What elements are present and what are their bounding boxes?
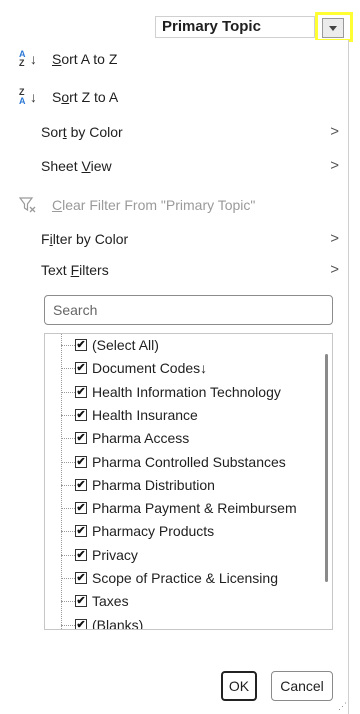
checkbox-checked-icon[interactable]: ✔ (75, 455, 87, 468)
list-item[interactable]: ✔ (Blanks) (45, 614, 325, 630)
list-item-label: Pharma Access (92, 430, 190, 447)
cancel-button[interactable]: Cancel (271, 671, 333, 701)
list-item-label: Pharma Payment & Reimbursem (92, 500, 297, 517)
checkbox-checked-icon[interactable]: ✔ (75, 478, 87, 491)
tree-branch (61, 508, 75, 510)
list-item-label: Health Information Technology (92, 383, 281, 400)
list-item[interactable]: ✔ Privacy (45, 544, 325, 567)
checkbox-checked-icon[interactable]: ✔ (75, 362, 87, 375)
list-item[interactable]: ✔ Taxes (45, 590, 325, 613)
list-item[interactable]: ✔ (Select All) (45, 334, 325, 357)
sort-descending-icon: Z A ↓ (19, 87, 37, 106)
list-item-label: Document Codes↓ (92, 360, 208, 377)
list-item-label: Taxes (92, 593, 129, 610)
chevron-right-icon: > (330, 230, 339, 247)
chevron-right-icon: > (330, 157, 339, 174)
menu-sort-by-color[interactable]: Sort by Color > (0, 117, 349, 147)
tree-branch (61, 531, 75, 533)
chevron-right-icon: > (330, 123, 339, 140)
menu-sheet-view[interactable]: Sheet View > (0, 151, 349, 181)
checkbox-checked-icon[interactable]: ✔ (75, 525, 87, 538)
sort-ascending-icon: A Z ↓ (19, 49, 37, 68)
list-item-label: (Select All) (92, 337, 159, 353)
list-item-label: (Blanks) (92, 616, 144, 630)
filter-value-list[interactable]: ✔ (Select All) ✔ Document Codes↓ ✔ Health Inf… (44, 333, 333, 630)
tree-branch (61, 438, 75, 440)
tree-branch (61, 601, 75, 603)
tree-branch (61, 484, 75, 486)
checkbox-checked-icon[interactable]: ✔ (75, 385, 87, 398)
list-item[interactable]: ✔ Pharma Controlled Substances (45, 451, 325, 474)
tree-branch (61, 554, 75, 556)
menu-filter-by-color[interactable]: Filter by Color > (0, 224, 349, 254)
column-header: Primary Topic (155, 16, 315, 38)
list-item-label: Health Insurance (92, 406, 198, 423)
checkbox-checked-icon[interactable]: ✔ (75, 548, 87, 561)
list-scrollbar[interactable] (325, 354, 328, 582)
tree-branch (61, 461, 75, 463)
list-item[interactable]: ✔ Scope of Practice & Licensing (45, 567, 325, 590)
checkbox-checked-icon[interactable]: ✔ (75, 432, 87, 445)
list-item[interactable]: ✔ Pharmacy Products (45, 520, 325, 543)
tree-branch (61, 414, 75, 416)
clear-filter-icon (19, 197, 36, 213)
dropdown-highlight-box (315, 12, 353, 42)
list-item[interactable]: ✔ Pharma Payment & Reimbursem (45, 497, 325, 520)
tree-branch (61, 345, 75, 346)
list-item[interactable]: ✔ Document Codes↓ (45, 357, 325, 380)
list-item[interactable]: ✔ Health Information Technology (45, 381, 325, 404)
list-item-label: Privacy (92, 546, 138, 563)
checkbox-checked-icon[interactable]: ✔ (75, 408, 87, 421)
tree-branch (61, 624, 75, 626)
ok-button[interactable]: OK (221, 671, 257, 701)
column-header-title: Primary Topic (162, 18, 261, 35)
checkbox-checked-icon[interactable]: ✔ (75, 572, 87, 584)
menu-sort-a-to-z[interactable]: A Z ↓ Sort A to Z (0, 44, 349, 74)
checkbox-checked-icon[interactable]: ✔ (75, 339, 87, 351)
list-item-label: Pharma Distribution (92, 476, 215, 493)
list-item-label: Pharmacy Products (92, 523, 215, 540)
tree-branch (61, 391, 75, 393)
list-item[interactable]: ✔ Pharma Access (45, 427, 325, 450)
resize-grip-icon[interactable]: ⋰ (338, 701, 348, 711)
menu-text-filters[interactable]: Text Filters > (0, 255, 349, 285)
list-item[interactable]: ✔ Health Insurance (45, 404, 325, 427)
list-item-label: Pharma Controlled Substances (92, 453, 286, 470)
list-item[interactable]: ✔ Pharma Distribution (45, 474, 325, 497)
menu-sort-z-to-a[interactable]: Z A ↓ Sort Z to A (0, 82, 349, 112)
checkbox-checked-icon[interactable]: ✔ (75, 595, 87, 608)
tree-branch (61, 578, 75, 579)
checkbox-checked-icon[interactable]: ✔ (75, 618, 87, 629)
checkbox-checked-icon[interactable]: ✔ (75, 502, 87, 515)
menu-clear-filter: Clear Filter From "Primary Topic" (0, 190, 349, 220)
tree-branch (61, 368, 75, 370)
chevron-right-icon: > (330, 261, 339, 278)
list-item-label: Scope of Practice & Licensing (92, 570, 278, 586)
search-input[interactable] (44, 295, 333, 325)
